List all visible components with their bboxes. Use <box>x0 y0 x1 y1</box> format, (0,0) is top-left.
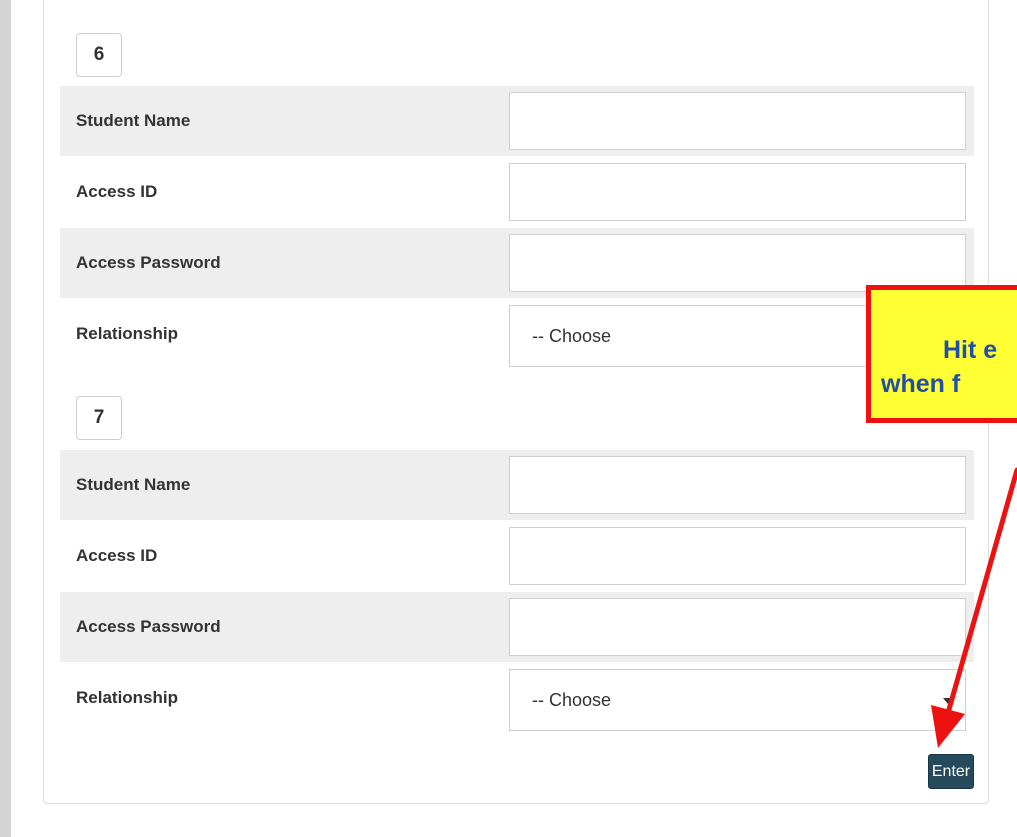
access-id-row-7: Access ID <box>60 521 974 591</box>
student-name-input-7[interactable] <box>509 456 966 514</box>
callout-line-1: Hit e <box>943 336 998 364</box>
group-number: 6 <box>93 44 105 65</box>
access-password-row-7: Access Password <box>60 592 974 662</box>
student-name-label: Student Name <box>76 475 191 494</box>
access-id-label: Access ID <box>76 182 158 201</box>
student-name-row-7: Student Name <box>60 450 974 520</box>
access-id-label: Access ID <box>76 546 158 565</box>
relationship-row-7: Relationship -- Choose <box>60 663 974 733</box>
access-id-row-6: Access ID <box>60 157 974 227</box>
access-password-input-6[interactable] <box>509 234 966 292</box>
callout-line-2: when f <box>881 370 961 398</box>
chevron-down-icon <box>943 698 953 704</box>
instruction-callout: Hit e when f <box>866 285 1017 423</box>
access-id-input-7[interactable] <box>509 527 966 585</box>
student-name-label: Student Name <box>76 111 191 130</box>
group-number-badge-7: 7 <box>76 396 122 440</box>
relationship-selected-value: -- Choose <box>532 689 612 710</box>
access-password-label: Access Password <box>76 253 221 272</box>
relationship-row-6: Relationship -- Choose <box>60 299 974 369</box>
access-password-row-6: Access Password <box>60 228 974 298</box>
group-number-badge-6: 6 <box>76 33 122 77</box>
student-name-input-6[interactable] <box>509 92 966 150</box>
access-password-label: Access Password <box>76 617 221 636</box>
enter-button[interactable]: Enter <box>928 754 974 789</box>
access-id-input-6[interactable] <box>509 163 966 221</box>
relationship-label: Relationship <box>76 688 179 707</box>
relationship-label: Relationship <box>76 324 179 343</box>
relationship-selected-value: -- Choose <box>532 325 612 346</box>
group-number: 7 <box>93 407 105 428</box>
access-password-input-7[interactable] <box>509 598 966 656</box>
relationship-select-7[interactable]: -- Choose <box>509 669 966 731</box>
left-border-bar <box>0 0 11 837</box>
student-name-row-6: Student Name <box>60 86 974 156</box>
